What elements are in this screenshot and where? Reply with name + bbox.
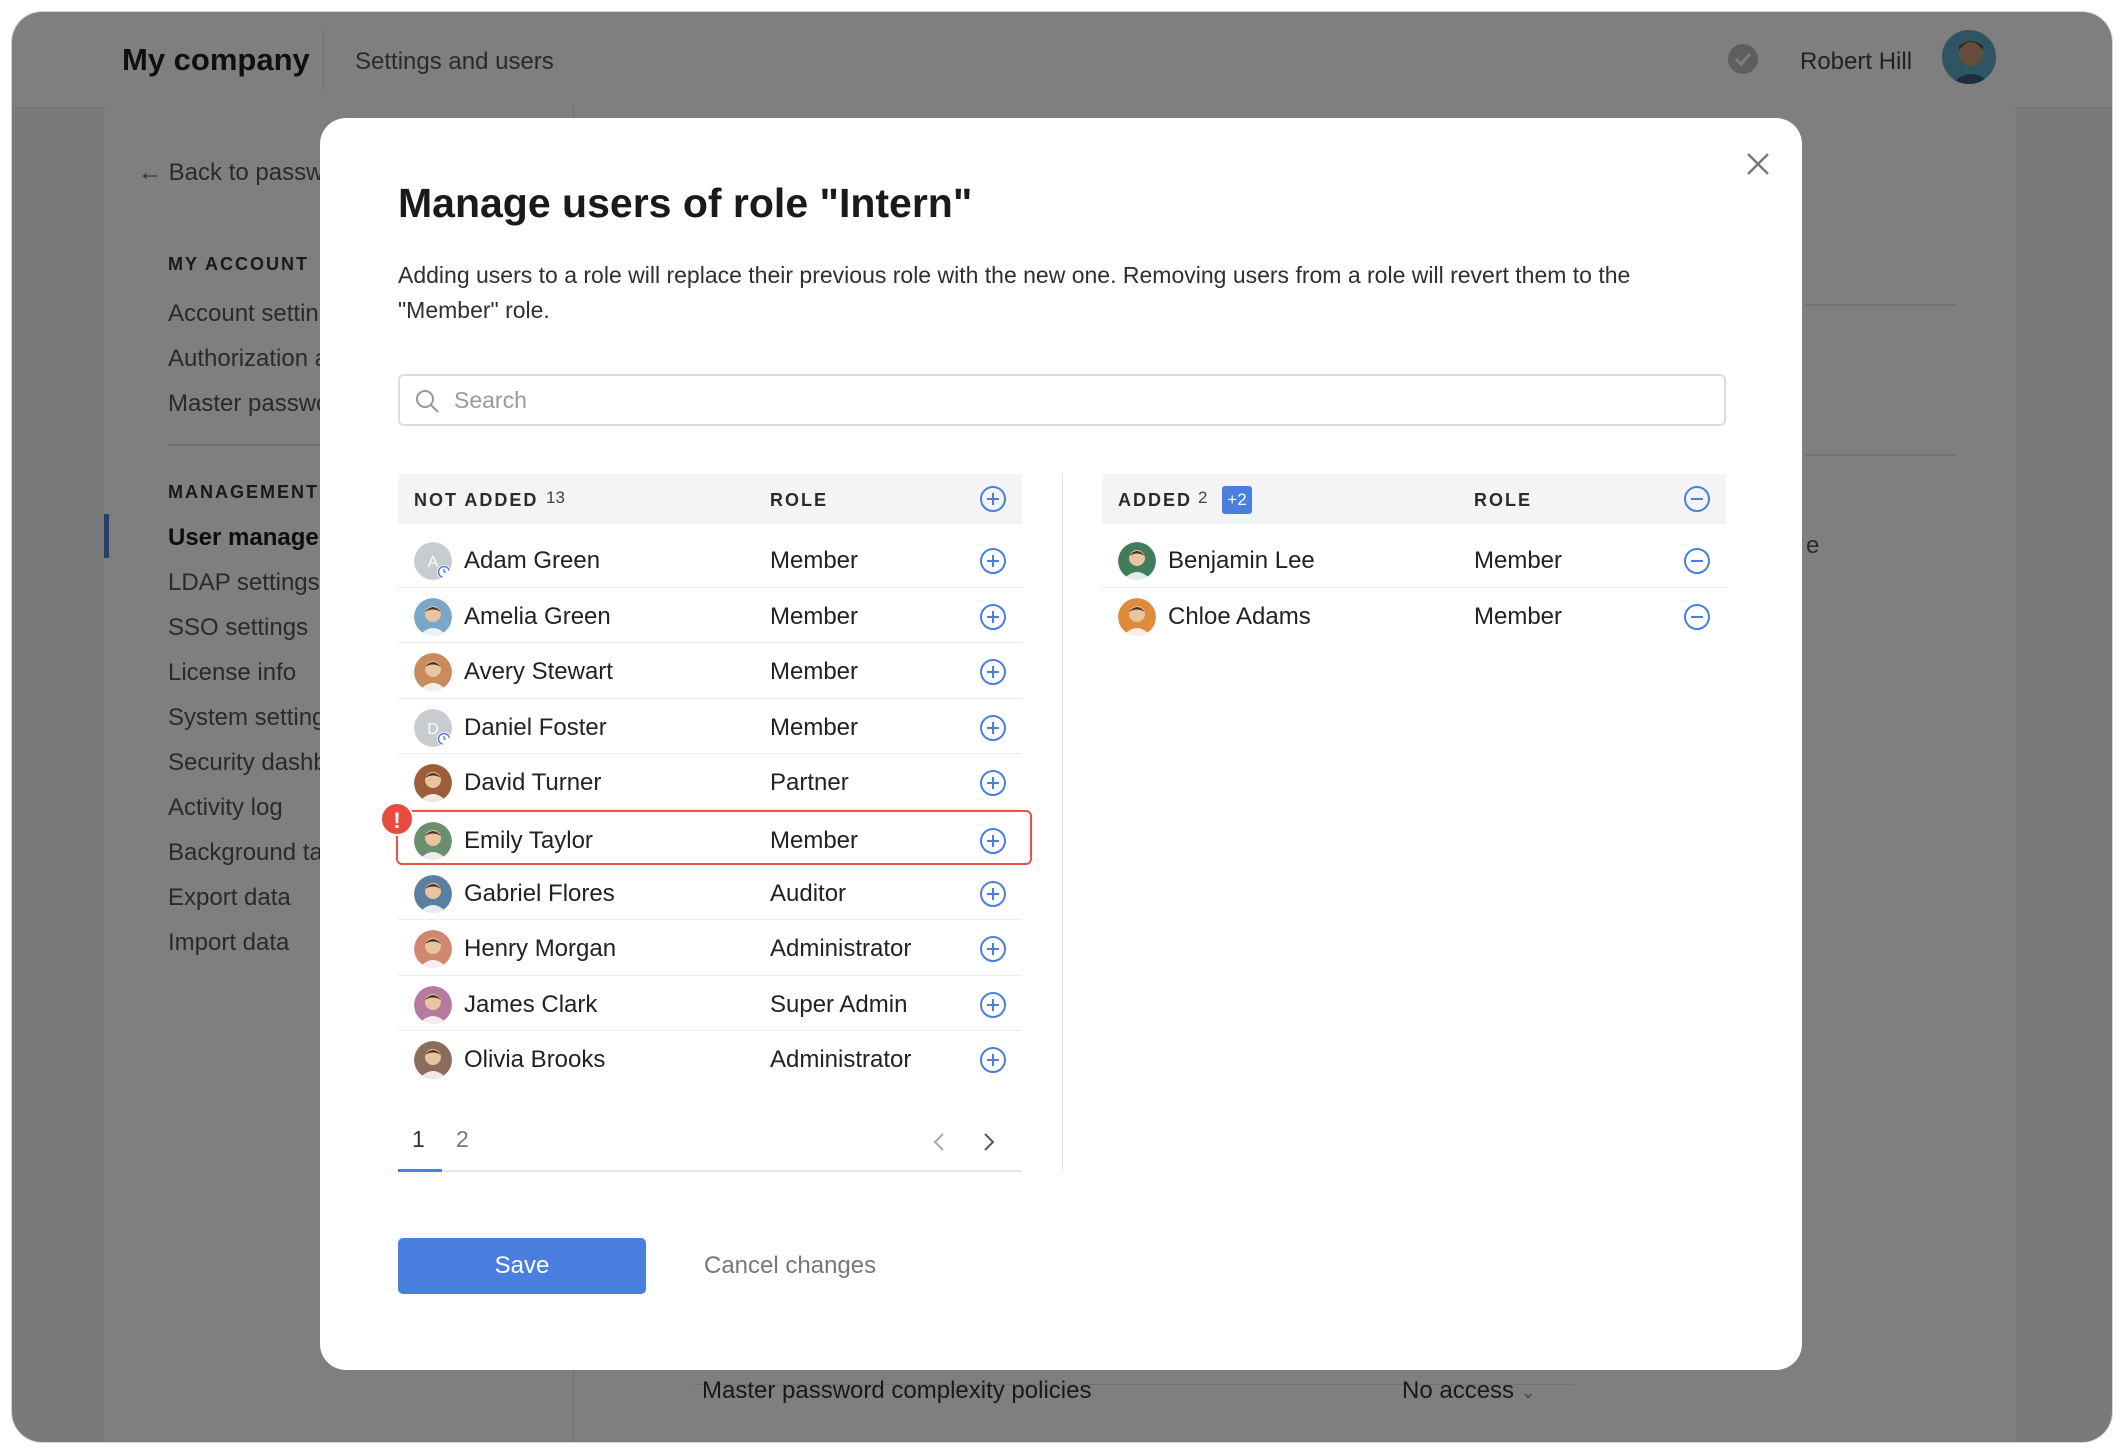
added-user-row[interactable]: Chloe Adams Member (1102, 588, 1726, 644)
user-name: Chloe Adams (1168, 602, 1311, 630)
user-name: Henry Morgan (464, 935, 617, 962)
remove-user-icon[interactable] (1682, 546, 1712, 576)
added-panel: ADDED 2 +2 ROLE Benjamin Lee Member Chloe … (1102, 474, 1726, 643)
not-added-user-row[interactable]: David Turner Partner (398, 754, 1022, 810)
not-added-user-row[interactable]: James Clark Super Admin (398, 976, 1022, 1031)
avatar (414, 1041, 452, 1079)
added-user-row[interactable]: Benjamin Lee Member (1102, 532, 1726, 588)
user-role: Member (770, 547, 859, 574)
remove-all-icon[interactable] (1682, 484, 1712, 514)
page-2-button[interactable]: 2 (456, 1126, 469, 1153)
not-added-user-row[interactable]: Henry Morgan Administrator (398, 920, 1022, 976)
not-added-user-row[interactable]: A Adam Green Member (398, 532, 1022, 588)
user-role: Administrator (770, 935, 912, 962)
added-label: ADDED (1118, 490, 1193, 510)
avatar (414, 821, 452, 860)
not-added-label: NOT ADDED (414, 490, 539, 510)
current-page-indicator (398, 1169, 442, 1172)
not-added-user-row[interactable]: Amelia Green Member (398, 588, 1022, 643)
user-role: Partner (770, 769, 849, 796)
avatar (414, 764, 452, 802)
avatar (1118, 542, 1156, 580)
user-role: Auditor (770, 879, 847, 907)
modal-title: Manage users of role "Intern" (398, 180, 973, 226)
svg-text:A: A (428, 554, 439, 571)
user-role: Member (1474, 547, 1563, 574)
modal-description: Adding users to a role will replace thei… (398, 262, 1631, 323)
user-role: Member (770, 602, 859, 630)
user-role: Member (770, 713, 859, 741)
user-role: Member (1474, 602, 1563, 630)
cancel-changes-button[interactable]: Cancel changes (704, 1252, 876, 1280)
panel-divider (1062, 474, 1063, 1170)
added-header: ADDED 2 +2 ROLE (1102, 474, 1726, 524)
avatar (414, 653, 452, 691)
not-added-count: 13 (546, 488, 565, 507)
user-role: Member (770, 658, 859, 685)
not-added-user-row[interactable]: Avery Stewart Member (398, 643, 1022, 699)
add-user-icon[interactable] (978, 990, 1008, 1020)
avatar (1118, 597, 1156, 636)
add-user-icon[interactable] (978, 879, 1008, 909)
avatar (414, 930, 452, 968)
svg-text:D: D (427, 721, 439, 738)
not-added-panel: NOT ADDED 13 ROLE A Adam Green Member Ameli… (396, 474, 1032, 1087)
user-name: Olivia Brooks (464, 1046, 606, 1073)
pagination: 1 2 (398, 1126, 1022, 1172)
search-input[interactable] (454, 376, 1714, 424)
not-added-header: NOT ADDED 13 ROLE (398, 474, 1022, 524)
not-added-list: A Adam Green Member Amelia Green Member Avery… (396, 532, 1032, 1087)
add-user-icon[interactable] (978, 1045, 1008, 1075)
not-added-user-row[interactable]: Emily Taylor Member (396, 809, 1032, 865)
user-name: Daniel Foster (464, 713, 607, 741)
added-count: 2 (1198, 488, 1208, 507)
save-button[interactable]: Save (398, 1238, 646, 1294)
user-name: Emily Taylor (464, 826, 593, 854)
user-role: Super Admin (770, 990, 908, 1018)
avatar: D (414, 708, 452, 747)
role-column-header: ROLE (1474, 490, 1533, 510)
user-name: David Turner (464, 769, 602, 796)
add-user-icon[interactable] (978, 546, 1008, 576)
user-name: Adam Green (464, 547, 601, 574)
search-icon (414, 388, 440, 414)
avatar (414, 985, 452, 1024)
add-user-icon[interactable] (978, 713, 1008, 743)
avatar (414, 597, 452, 636)
chevron-right-icon[interactable] (976, 1130, 1000, 1154)
avatar (414, 874, 452, 913)
chevron-left-icon[interactable] (928, 1130, 952, 1154)
not-added-user-row[interactable]: Olivia Brooks Administrator (398, 1031, 1022, 1087)
add-user-icon[interactable] (978, 602, 1008, 632)
user-name: Gabriel Flores (464, 879, 615, 907)
user-role: Member (770, 826, 859, 854)
add-user-icon[interactable] (978, 768, 1008, 798)
avatar: A (414, 542, 452, 580)
user-name: Amelia Green (464, 602, 611, 630)
not-added-user-row[interactable]: Gabriel Flores Auditor (398, 865, 1022, 920)
manage-users-modal: Manage users of role "Intern" Adding use… (320, 118, 1802, 1370)
added-badge: +2 (1222, 486, 1252, 514)
user-name: Avery Stewart (464, 658, 613, 685)
search-field (398, 374, 1726, 426)
not-added-user-row[interactable]: D Daniel Foster Member (398, 699, 1022, 754)
add-all-icon[interactable] (978, 484, 1008, 514)
error-icon: ! (380, 802, 414, 836)
role-column-header: ROLE (770, 490, 829, 510)
remove-user-icon[interactable] (1682, 602, 1712, 632)
user-name: James Clark (464, 990, 598, 1018)
close-icon[interactable] (1740, 146, 1776, 182)
page-1-button[interactable]: 1 (412, 1126, 425, 1153)
user-name: Benjamin Lee (1168, 547, 1315, 574)
add-user-icon[interactable] (978, 934, 1008, 964)
user-role: Administrator (770, 1046, 912, 1073)
add-user-icon[interactable] (978, 657, 1008, 687)
add-user-icon[interactable] (978, 826, 1008, 856)
added-list: Benjamin Lee Member Chloe Adams Member (1102, 532, 1726, 643)
